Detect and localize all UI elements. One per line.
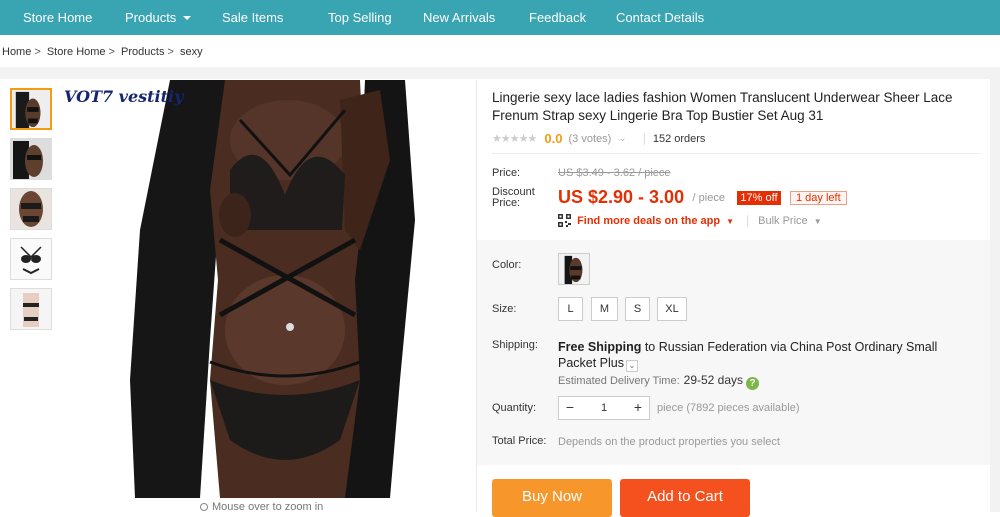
quantity-input[interactable] [581, 397, 627, 419]
qr-code-icon [558, 214, 571, 227]
quantity-increase-button[interactable]: + [627, 397, 649, 419]
add-to-cart-button[interactable]: Add to Cart [620, 479, 750, 517]
quantity-decrease-button[interactable]: − [559, 397, 581, 419]
original-price: US $3.49 - 3.62 / piece [558, 167, 671, 179]
price-unit: / piece [692, 191, 725, 204]
thumbnail-1[interactable] [10, 88, 52, 130]
zoom-hint: Mouse over to zoom in [200, 501, 323, 513]
bulk-price-link[interactable]: Bulk Price [747, 215, 808, 227]
product-thumbnail-image [11, 139, 51, 179]
nav-contact-details[interactable]: Contact Details [616, 0, 704, 35]
price-amount: US $2.90 - 3.00 [558, 187, 685, 207]
nav-new-arrivals[interactable]: New Arrivals [423, 0, 495, 35]
breadcrumb-separator: > [167, 46, 174, 58]
price-label: Price: [492, 167, 521, 179]
chevron-down-icon [183, 16, 192, 20]
breadcrumb: Home > Store Home > Products > sexy [2, 46, 206, 58]
brand-watermark: VOT7 vestitiy [64, 87, 184, 106]
size-option-l[interactable]: L [558, 297, 583, 321]
thumbnail-3[interactable] [10, 188, 52, 230]
thumbnail-5[interactable] [10, 288, 52, 330]
find-deals-link[interactable]: Find more deals on the app [577, 215, 720, 227]
shipping-dropdown-icon[interactable]: ⌄ [626, 360, 639, 372]
store-navigation-bar: Store Home Products Sale Items Top Selli… [0, 0, 1000, 35]
nav-top-selling[interactable]: Top Selling [328, 0, 392, 35]
zoom-hint-text: Mouse over to zoom in [212, 501, 324, 513]
thumbnail-2[interactable] [10, 138, 52, 180]
nav-feedback[interactable]: Feedback [529, 0, 586, 35]
size-option-xl[interactable]: XL [657, 297, 687, 321]
breadcrumb-products[interactable]: Products [121, 46, 164, 58]
estimated-delivery-label: Estimated Delivery Time: [558, 375, 680, 387]
color-option[interactable] [558, 253, 590, 285]
estimated-delivery-days: 29-52 days [683, 373, 744, 387]
quantity-stepper: − + [558, 396, 650, 420]
votes-count[interactable]: (3 votes) [569, 133, 612, 145]
discount-price: US $2.90 - 3.00 / piece 17% off 1 day le… [558, 187, 847, 208]
orders-count: 152 orders [643, 132, 705, 145]
free-shipping-text: Free Shipping [558, 340, 642, 354]
discount-price-label: Discount Price: [492, 187, 535, 209]
product-photo [60, 80, 470, 498]
magnifier-icon [200, 503, 208, 511]
breadcrumb-store-home[interactable]: Store Home [47, 46, 106, 58]
breadcrumb-separator: > [34, 46, 41, 58]
product-title: Lingerie sexy lace ladies fashion Women … [492, 90, 953, 123]
size-option-s[interactable]: S [625, 297, 650, 321]
total-price-note: Depends on the product properties you se… [558, 436, 780, 448]
help-icon[interactable]: ? [746, 377, 760, 390]
thumbnail-4[interactable] [10, 238, 52, 280]
time-left-badge: 1 day left [789, 190, 847, 205]
breadcrumb-separator: > [108, 46, 115, 58]
main-product-image[interactable]: VOT7 vestitiy [60, 80, 470, 498]
breadcrumb-home[interactable]: Home [2, 46, 31, 58]
caret-down-icon[interactable]: ▼ [726, 217, 734, 226]
discount-label-line-2: Price: [492, 197, 521, 209]
section-divider [0, 67, 1000, 79]
quantity-availability: piece (7892 pieces available) [657, 402, 800, 414]
product-thumbnail-image [11, 189, 51, 229]
color-swatch-image [559, 254, 589, 284]
rating-stars-icon: ★★★★★ [492, 133, 537, 145]
product-thumbnail-image [11, 239, 51, 279]
page-gutter [990, 67, 1000, 512]
size-option-m[interactable]: M [591, 297, 618, 321]
quantity-label: Quantity: [492, 402, 537, 414]
buy-now-button[interactable]: Buy Now [492, 479, 612, 517]
rating-row: ★★★★★ 0.0 (3 votes) ⌄ 152 orders [492, 131, 705, 147]
breadcrumb-current[interactable]: sexy [180, 46, 203, 58]
caret-down-icon[interactable]: ▼ [814, 217, 822, 226]
chevron-down-icon[interactable]: ⌄ [618, 133, 626, 144]
product-thumbnail-image [11, 289, 51, 329]
shipping-label: Shipping: [492, 339, 538, 351]
shipping-method: Free Shipping to Russian Federation via … [558, 339, 978, 372]
nav-store-home[interactable]: Store Home [23, 0, 92, 35]
nav-products-label: Products [125, 10, 177, 25]
estimated-delivery: Estimated Delivery Time: 29-52 days? [558, 373, 760, 390]
nav-sale-items[interactable]: Sale Items [222, 0, 283, 35]
product-thumbnail-image [12, 90, 50, 128]
size-label: Size: [492, 303, 517, 315]
title-divider [492, 153, 982, 154]
rating-score: 0.0 [544, 131, 563, 146]
nav-products[interactable]: Products [125, 0, 192, 35]
color-label: Color: [492, 259, 522, 271]
deals-row: Find more deals on the app ▼ Bulk Price … [558, 214, 822, 227]
total-price-label: Total Price: [492, 435, 547, 447]
discount-badge: 17% off [737, 190, 781, 205]
